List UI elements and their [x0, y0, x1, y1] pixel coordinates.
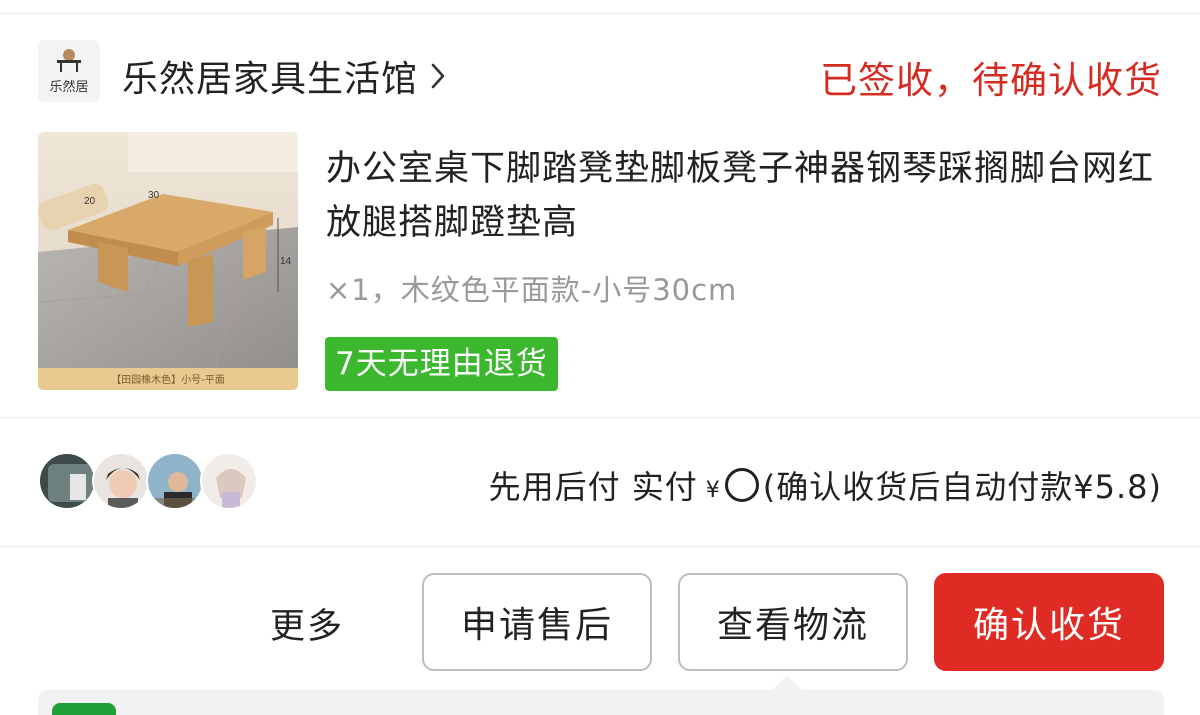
avatar-group	[38, 452, 268, 512]
shop-name: 乐然居家具生活馆	[122, 59, 419, 100]
currency-symbol: ¥	[705, 477, 721, 503]
chevron-right-icon	[431, 63, 445, 89]
green-badge	[52, 703, 116, 715]
avatar	[200, 452, 258, 510]
divider	[0, 417, 1200, 418]
product-thumbnail[interactable]: 30 20 14 【田园橡木色】小号-平面	[38, 132, 298, 390]
zero-amount-icon	[724, 468, 759, 502]
return-policy-badge: 7天无理由退货	[325, 337, 558, 391]
dim-width-label: 30	[148, 190, 160, 201]
shop-logo-text: 乐然居	[49, 79, 89, 95]
logistics-preview-card[interactable]	[38, 690, 1164, 715]
shop-header: 乐然居 乐然居家具生活馆 已签收，待确认收货	[0, 36, 1200, 108]
avatar	[38, 452, 96, 510]
footstool-image: 30 20 14 【田园橡木色】小号-平面	[38, 132, 298, 390]
dim-height-label: 14	[280, 256, 292, 267]
avatar-image	[148, 454, 202, 508]
after-sale-button[interactable]: 申请售后	[422, 573, 652, 671]
product-item[interactable]: 30 20 14 【田园橡木色】小号-平面 办公室桌下脚踏凳垫脚板凳子神器钢琴踩…	[0, 130, 1200, 392]
chair-table-logo-icon	[57, 48, 81, 72]
divider	[0, 546, 1200, 547]
avatar-image	[202, 454, 256, 508]
order-status: 已签收，待确认收货	[820, 59, 1162, 102]
payment-info: 先用后付 实付 ¥ (确认收货后自动付款¥5.8)	[489, 462, 1162, 508]
thumb-caption: 【田园橡木色】小号-平面	[111, 373, 225, 386]
avatar	[146, 452, 204, 510]
shop-name-link[interactable]: 乐然居家具生活馆	[122, 50, 446, 102]
top-divider	[0, 13, 1200, 14]
shop-logo[interactable]: 乐然居	[38, 40, 100, 102]
confirm-receipt-button[interactable]: 确认收货	[934, 573, 1164, 671]
payment-label: 先用后付 实付	[488, 468, 698, 506]
avatar	[92, 452, 150, 510]
product-spec: ×1，木纹色平面款-小号30cm	[326, 273, 738, 307]
more-button[interactable]: 更多	[270, 598, 344, 649]
avatar-image	[94, 454, 148, 508]
product-title[interactable]: 办公室桌下脚踏凳垫脚板凳子神器钢琴踩搁脚台网红放腿搭脚蹬垫高	[326, 142, 1156, 250]
dim-depth-label: 20	[84, 196, 96, 207]
payment-row: 先用后付 实付 ¥ (确认收货后自动付款¥5.8)	[0, 450, 1200, 516]
avatar-image	[40, 454, 94, 508]
payment-note: (确认收货后自动付款¥5.8)	[762, 468, 1162, 506]
view-logistics-button[interactable]: 查看物流	[678, 573, 908, 671]
